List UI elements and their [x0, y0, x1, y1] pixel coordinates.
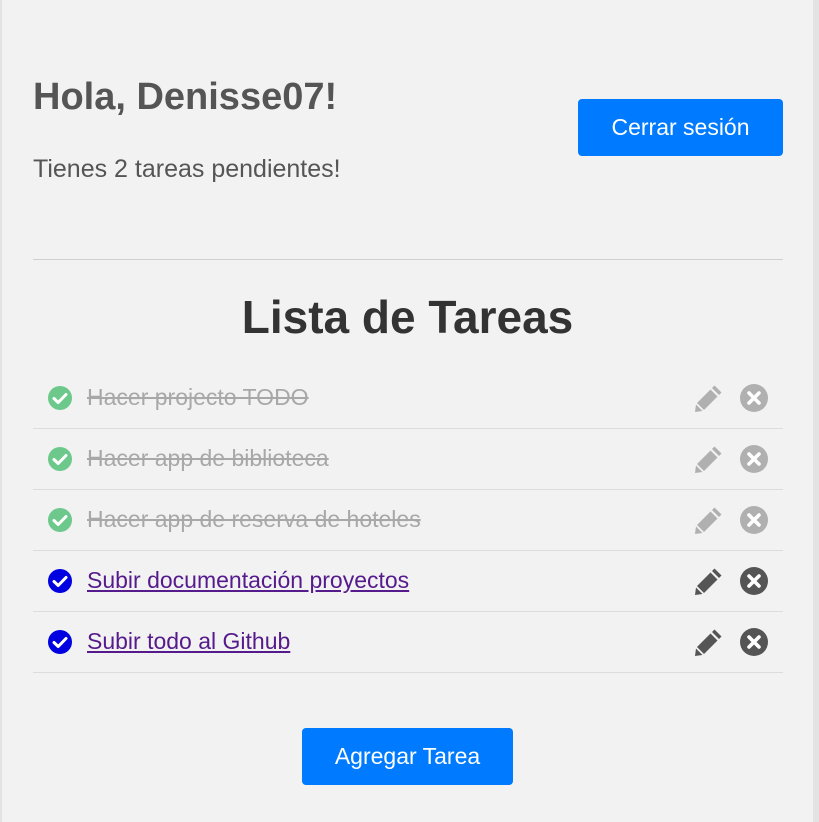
check-circle-icon[interactable] — [47, 568, 73, 594]
close-circle-icon[interactable] — [739, 505, 769, 535]
add-task-button[interactable]: Agregar Tarea — [302, 728, 513, 785]
task-label[interactable]: Subir todo al Github — [87, 628, 290, 655]
app-frame: Hola, Denisse07! Tienes 2 tareas pendien… — [0, 0, 819, 822]
task-item: Hacer app de biblioteca — [33, 429, 783, 490]
pencil-icon[interactable] — [693, 565, 725, 597]
close-circle-icon[interactable] — [739, 444, 769, 474]
check-circle-icon[interactable] — [47, 446, 73, 472]
check-circle-icon[interactable] — [47, 385, 73, 411]
task-label[interactable]: Subir documentación proyectos — [87, 567, 409, 594]
task-item: Subir documentación proyectos — [33, 551, 783, 612]
task-item: Subir todo al Github — [33, 612, 783, 673]
task-item: Hacer projecto TODO — [33, 368, 783, 429]
close-circle-icon[interactable] — [739, 627, 769, 657]
pencil-icon[interactable] — [693, 443, 725, 475]
pending-tasks-text: Tienes 2 tareas pendientes! — [33, 155, 341, 183]
task-label: Hacer app de reserva de hoteles — [87, 506, 421, 532]
task-item: Hacer app de reserva de hoteles — [33, 490, 783, 551]
task-label: Hacer app de biblioteca — [87, 445, 329, 471]
task-label: Hacer projecto TODO — [87, 384, 309, 410]
pencil-icon[interactable] — [693, 626, 725, 658]
close-circle-icon[interactable] — [739, 383, 769, 413]
greeting-heading: Hola, Denisse07! — [33, 76, 338, 118]
pencil-icon[interactable] — [693, 382, 725, 414]
check-circle-icon[interactable] — [47, 629, 73, 655]
logout-button[interactable]: Cerrar sesión — [578, 99, 783, 156]
check-circle-icon[interactable] — [47, 507, 73, 533]
task-list: Hacer projecto TODO Hacer app de bibliot… — [33, 368, 783, 673]
pencil-icon[interactable] — [693, 504, 725, 536]
divider — [33, 259, 783, 260]
close-circle-icon[interactable] — [739, 566, 769, 596]
list-title: Lista de Tareas — [241, 291, 574, 343]
